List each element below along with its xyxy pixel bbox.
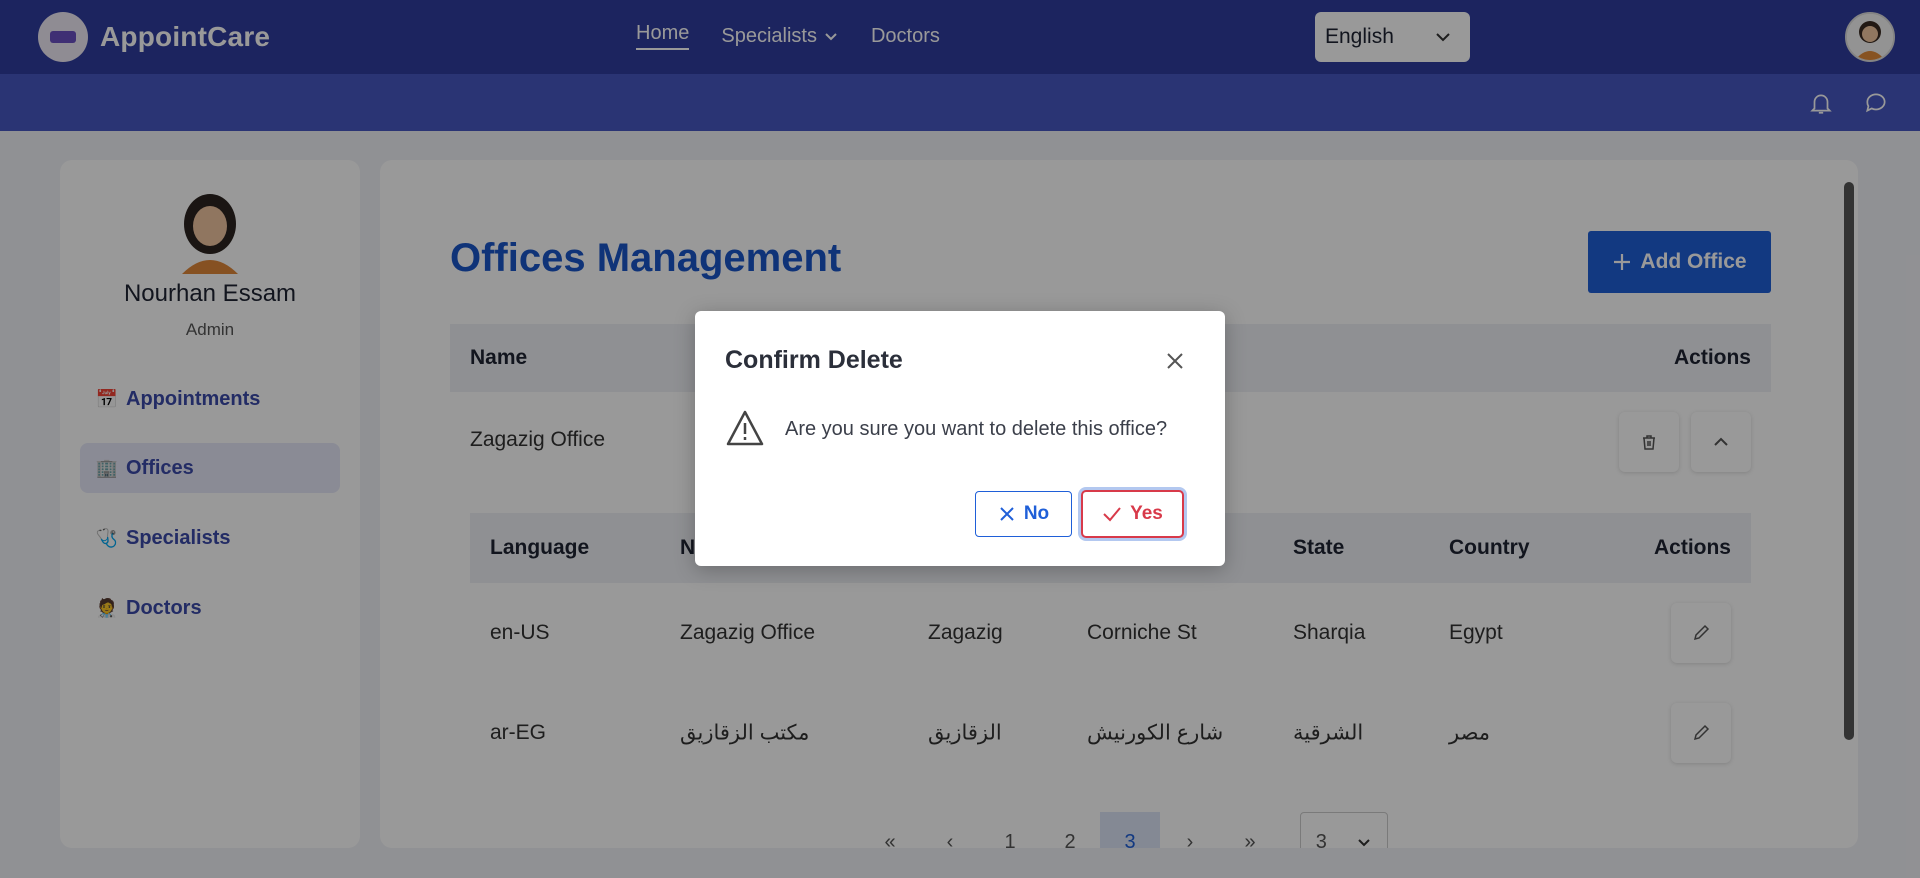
close-icon[interactable] (1163, 349, 1187, 373)
dialog-message: Are you sure you want to delete this off… (785, 418, 1168, 440)
confirm-delete-dialog: Confirm Delete Are you sure you want to … (695, 311, 1225, 566)
check-icon (1103, 507, 1121, 522)
no-button[interactable]: No (975, 491, 1072, 537)
warning-icon (726, 410, 764, 446)
dialog-title: Confirm Delete (725, 346, 903, 374)
yes-button[interactable]: Yes (1081, 490, 1184, 538)
close-icon (1000, 507, 1014, 521)
